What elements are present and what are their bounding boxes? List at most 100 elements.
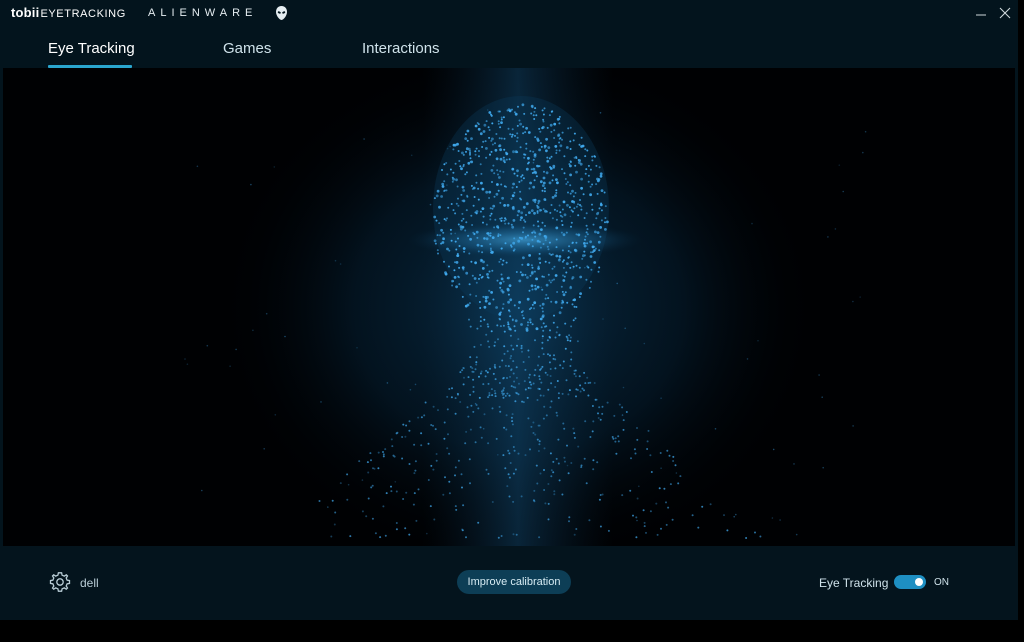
- point-particle: [507, 293, 510, 296]
- point-particle: [593, 382, 596, 384]
- point-particle: [746, 358, 749, 360]
- point-particle: [553, 314, 555, 317]
- point-particle: [597, 412, 599, 415]
- point-particle: [498, 405, 501, 408]
- point-particle: [536, 239, 540, 243]
- point-particle: [488, 289, 491, 292]
- point-particle: [598, 266, 601, 269]
- point-particle: [580, 208, 583, 211]
- point-particle: [486, 295, 489, 299]
- point-particle: [473, 196, 476, 198]
- point-particle: [526, 276, 529, 279]
- point-particle: [440, 228, 443, 232]
- improve-calibration-button[interactable]: Improve calibration: [457, 570, 571, 594]
- point-particle: [384, 534, 387, 537]
- point-particle: [643, 525, 646, 528]
- point-particle: [515, 186, 518, 188]
- point-particle: [540, 286, 543, 289]
- point-particle: [479, 320, 482, 323]
- point-particle: [538, 208, 542, 212]
- point-particle: [510, 435, 513, 438]
- settings-button[interactable]: [49, 571, 71, 593]
- point-particle: [600, 219, 603, 222]
- point-particle: [513, 304, 516, 307]
- point-particle: [493, 195, 496, 198]
- point-particle: [589, 185, 592, 188]
- point-particle: [453, 269, 456, 272]
- point-particle: [440, 195, 443, 198]
- close-button[interactable]: [996, 4, 1014, 22]
- point-particle: [570, 351, 573, 354]
- point-particle: [505, 158, 508, 161]
- point-particle: [567, 472, 570, 475]
- point-particle: [563, 213, 567, 217]
- point-particle: [461, 528, 464, 531]
- point-particle: [432, 468, 435, 471]
- point-particle: [512, 446, 515, 448]
- point-particle: [550, 300, 553, 303]
- point-particle: [542, 208, 545, 211]
- point-particle: [415, 519, 418, 522]
- point-particle: [423, 414, 426, 417]
- point-particle: [528, 318, 532, 321]
- point-particle: [395, 490, 398, 493]
- point-particle: [480, 370, 483, 373]
- point-particle: [587, 394, 590, 397]
- point-particle: [478, 396, 481, 399]
- point-particle: [522, 177, 525, 180]
- point-particle: [594, 230, 597, 234]
- tobii-logo-word: tobii: [11, 5, 40, 20]
- point-particle: [530, 264, 533, 267]
- point-particle: [529, 321, 532, 324]
- point-particle: [502, 280, 505, 283]
- point-particle: [427, 442, 430, 445]
- point-particle: [598, 207, 601, 210]
- point-particle: [580, 136, 583, 139]
- minimize-button[interactable]: [972, 4, 990, 22]
- point-particle: [506, 485, 509, 488]
- point-particle: [573, 533, 576, 536]
- point-particle: [587, 382, 590, 384]
- point-particle: [574, 369, 577, 372]
- point-particle: [543, 170, 545, 173]
- tab-interactions[interactable]: Interactions: [362, 40, 440, 57]
- point-particle: [250, 183, 252, 186]
- title-bar: tobiiEYETRACKING ALIENWARE: [0, 0, 1018, 26]
- point-particle: [533, 179, 536, 182]
- point-particle: [512, 219, 516, 222]
- point-particle: [480, 259, 483, 262]
- point-particle: [496, 183, 499, 186]
- point-particle: [573, 207, 576, 210]
- point-particle: [864, 130, 867, 133]
- point-particle: [538, 257, 541, 261]
- point-particle: [602, 318, 604, 320]
- point-particle: [457, 204, 460, 207]
- point-particle: [547, 248, 550, 251]
- tab-eye-tracking[interactable]: Eye Tracking: [48, 40, 135, 57]
- point-particle: [562, 233, 566, 237]
- point-particle: [502, 392, 505, 395]
- point-particle: [552, 166, 555, 169]
- point-particle: [516, 136, 519, 139]
- point-particle: [530, 284, 534, 288]
- point-particle: [540, 367, 543, 370]
- point-particle: [446, 395, 449, 398]
- eye-tracking-toggle[interactable]: [894, 575, 926, 589]
- point-particle: [726, 529, 729, 532]
- point-particle: [569, 266, 572, 269]
- point-particle: [382, 455, 385, 458]
- point-particle: [502, 156, 505, 159]
- point-particle: [697, 526, 700, 529]
- point-particle: [405, 491, 408, 494]
- point-particle: [514, 329, 517, 332]
- tab-games[interactable]: Games: [223, 40, 271, 57]
- point-particle: [513, 449, 516, 452]
- point-particle: [486, 273, 489, 276]
- point-particle: [461, 212, 464, 215]
- point-particle: [509, 315, 512, 318]
- point-particle: [596, 212, 599, 216]
- point-particle: [455, 508, 458, 511]
- point-particle: [512, 241, 516, 245]
- point-particle: [573, 248, 577, 252]
- point-particle: [569, 173, 572, 177]
